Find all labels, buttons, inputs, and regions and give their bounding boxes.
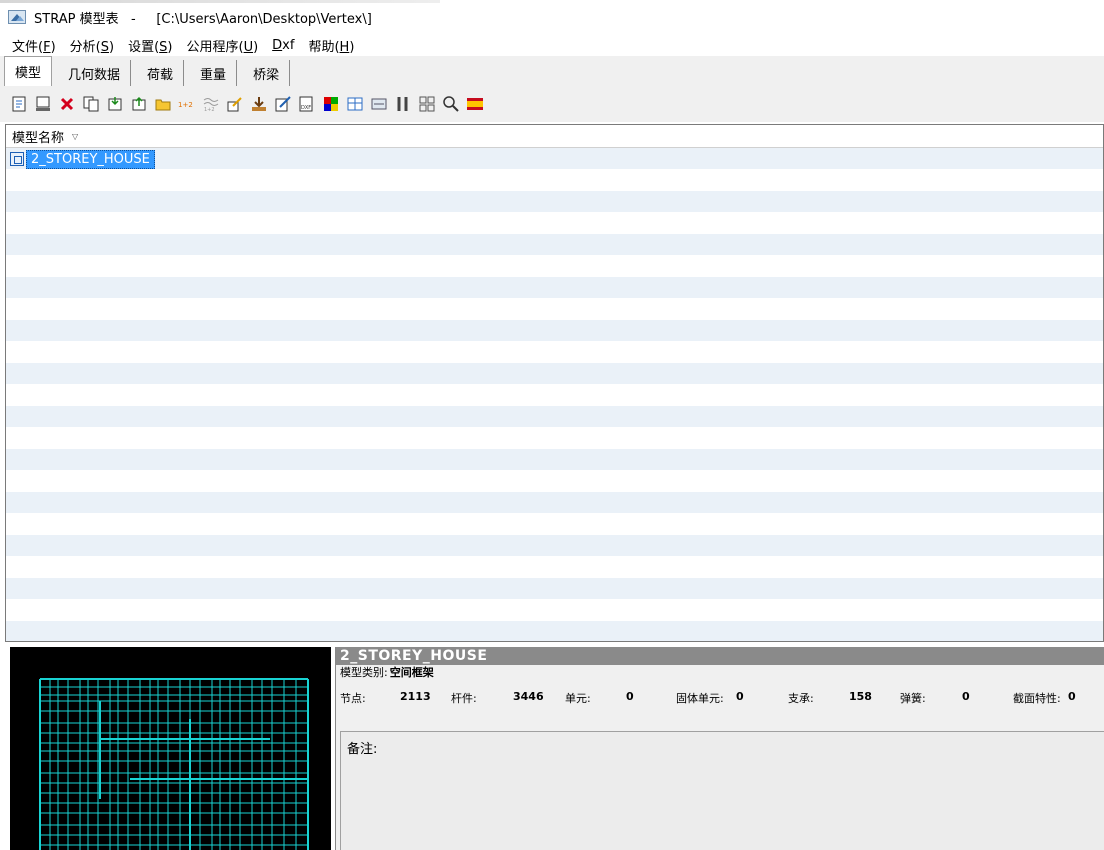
menu-utilities[interactable]: 公用程序(U) (186, 36, 258, 55)
restore-icon[interactable] (130, 95, 148, 113)
list-item[interactable]: 2_STOREY_HOUSE (10, 149, 155, 169)
stat-solids-value: 0 (736, 690, 744, 703)
window-title: STRAP 模型表 - [C:\Users\Aaron\Desktop\Vert… (34, 11, 372, 27)
grid-icon[interactable] (418, 95, 436, 113)
stat-elements-value: 0 (626, 690, 634, 703)
stat-springs-label: 弹簧: (900, 692, 926, 705)
title-bar: STRAP 模型表 - [C:\Users\Aaron\Desktop\Vert… (0, 0, 1104, 34)
stat-nodes-value: 2113 (400, 690, 431, 703)
import-icon[interactable] (250, 95, 268, 113)
stat-sections-value: 0 (1068, 690, 1076, 703)
tab-weight[interactable]: 重量 (190, 60, 238, 86)
stat-supports-label: 支承: (788, 692, 814, 705)
model-name-label[interactable]: 2_STOREY_HOUSE (26, 149, 155, 169)
model-type-label: 模型类别: (340, 666, 388, 679)
notes-label: 备注: (347, 742, 378, 757)
model-file-icon (10, 152, 24, 166)
language-flag-icon[interactable] (466, 95, 484, 113)
menu-bar: 文件(F) 分析(S) 设置(S) 公用程序(U) Dxf 帮助(H) (0, 34, 1104, 56)
model-type-row: 模型类别: 空间框架 (336, 665, 1104, 679)
model-info-title: 2_STOREY_HOUSE (336, 647, 1104, 665)
combine-icon[interactable]: 1+2 (202, 95, 220, 113)
renumber-icon[interactable]: 1+2 (178, 95, 196, 113)
toolbar: 1+2 1+2 DXF (0, 86, 1104, 122)
archive-icon[interactable] (106, 95, 124, 113)
tab-bridge[interactable]: 桥梁 (243, 60, 291, 86)
stat-elements-label: 单元: (565, 692, 591, 705)
model-list: 模型名称 ▽ 2_STOREY_HOUSE (5, 124, 1104, 642)
search-icon[interactable] (442, 95, 460, 113)
edit-note-icon[interactable] (274, 95, 292, 113)
edit-icon[interactable] (226, 95, 244, 113)
stat-sections-label: 截面特性: (1013, 692, 1061, 705)
stat-solids-label: 固体单元: (676, 692, 724, 705)
list-header[interactable]: 模型名称 ▽ (6, 125, 1103, 148)
tab-geometry[interactable]: 几何数据 (58, 60, 132, 86)
delete-icon[interactable] (58, 95, 76, 113)
menu-settings[interactable]: 设置(S) (128, 36, 172, 55)
sort-icon[interactable]: ▽ (72, 132, 78, 141)
model-type-value: 空间框架 (389, 666, 434, 679)
stat-nodes-label: 节点: (340, 692, 366, 705)
tab-model[interactable]: 模型 (4, 56, 53, 86)
notes-field[interactable]: 备注: (340, 731, 1104, 850)
menu-file[interactable]: 文件(F) (12, 36, 56, 55)
tab-loads[interactable]: 荷载 (137, 60, 185, 86)
stat-members-value: 3446 (513, 690, 544, 703)
strap-app-icon (8, 10, 26, 24)
model-info-panel: 2_STOREY_HOUSE 模型类别: 空间框架 节点: 2113 杆件: 3… (335, 647, 1104, 850)
layout-icon[interactable] (346, 95, 364, 113)
model-preview (10, 647, 331, 850)
menu-analysis[interactable]: 分析(S) (70, 36, 114, 55)
preview-drawing (39, 678, 309, 850)
stat-supports-value: 158 (849, 690, 872, 703)
tools-icon[interactable] (394, 95, 412, 113)
svg-text:DXF: DXF (301, 105, 311, 111)
folder-icon[interactable] (154, 95, 172, 113)
panel-icon[interactable] (370, 95, 388, 113)
menu-dxf[interactable]: Dxf (272, 38, 294, 53)
stat-members-label: 杆件: (451, 692, 477, 705)
tab-bar: 模型 几何数据 荷载 重量 桥梁 (0, 56, 1104, 86)
svg-text:1+2: 1+2 (178, 101, 193, 109)
copy-model-icon[interactable] (82, 95, 100, 113)
model-stats: 节点: 2113 杆件: 3446 单元: 0 固体单元: 0 支承: 158 … (336, 679, 1104, 713)
dxf-icon[interactable]: DXF (298, 95, 316, 113)
model-properties-icon[interactable] (34, 95, 52, 113)
new-model-icon[interactable] (10, 95, 28, 113)
menu-help[interactable]: 帮助(H) (308, 36, 354, 55)
svg-text:1+2: 1+2 (204, 107, 215, 113)
color-palette-icon[interactable] (322, 95, 340, 113)
column-model-name[interactable]: 模型名称 (12, 127, 64, 146)
list-rows: 2_STOREY_HOUSE (6, 148, 1103, 641)
stat-springs-value: 0 (962, 690, 970, 703)
